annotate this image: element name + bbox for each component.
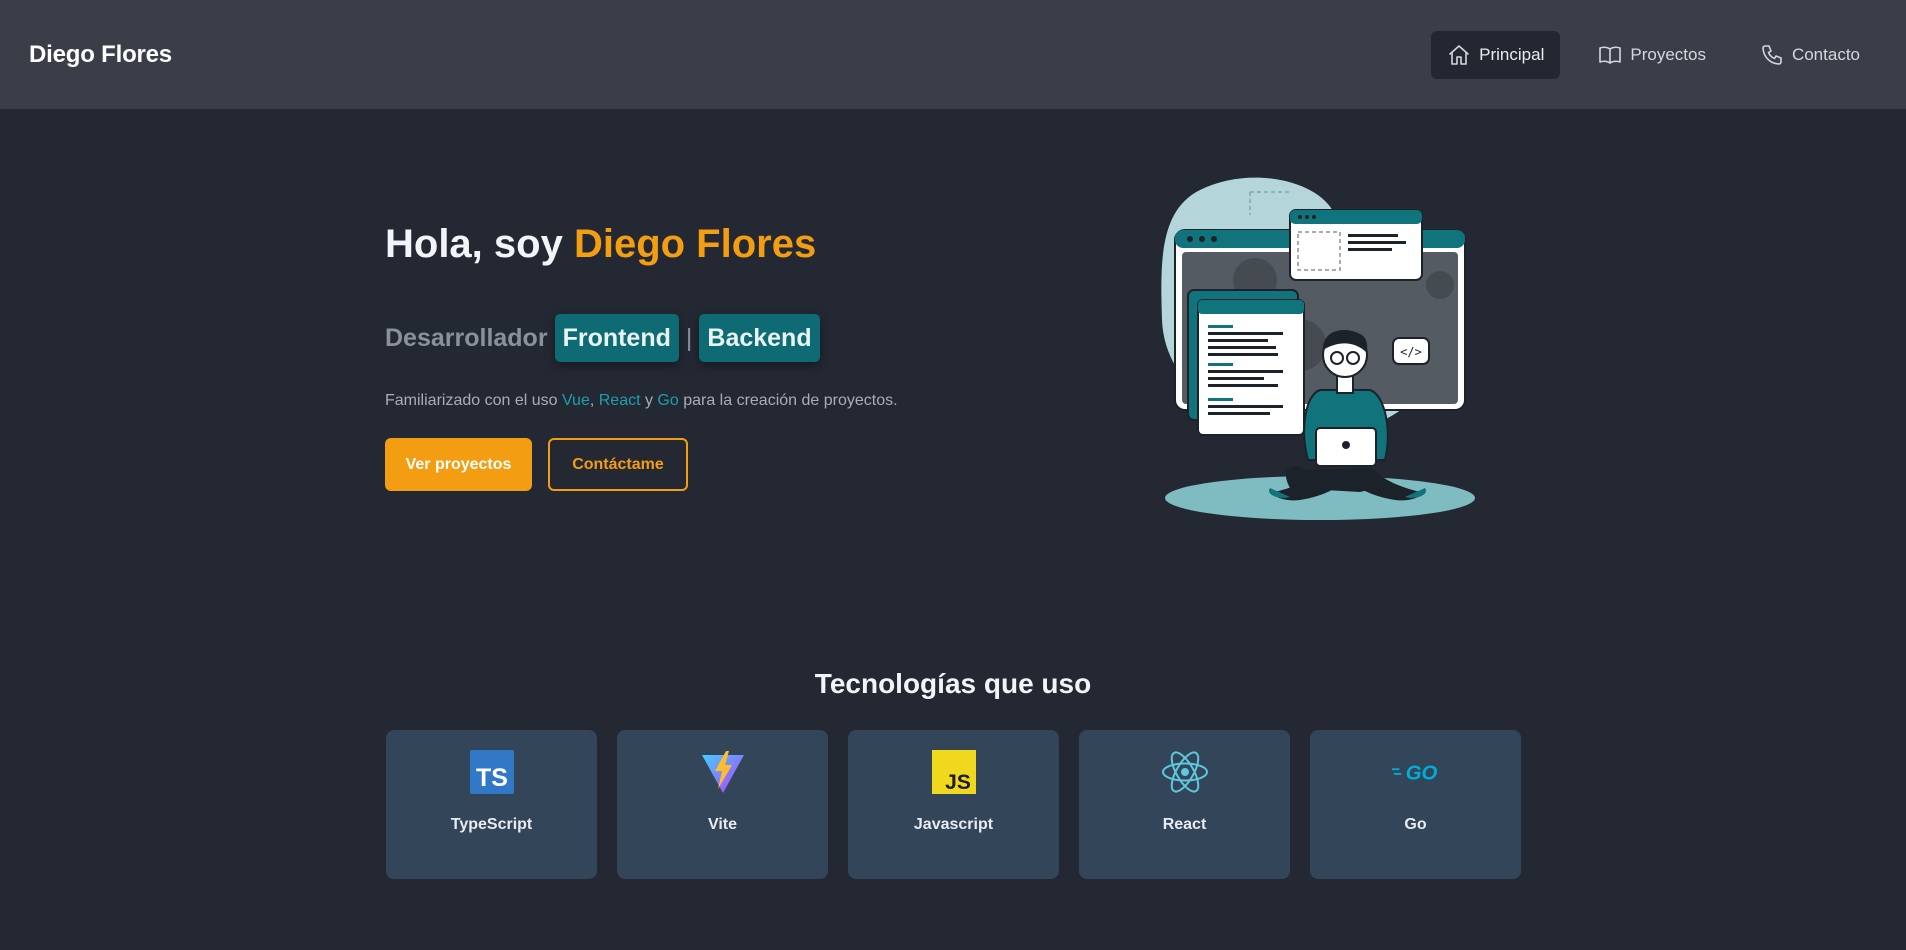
hero-name: Diego Flores (573, 222, 817, 266)
role-separator: | (685, 323, 693, 352)
nav-item-principal[interactable]: Principal (1431, 30, 1561, 79)
svg-text:TS: TS (476, 764, 508, 792)
tech-card-typescript[interactable]: TS TypeScript (386, 730, 597, 879)
developer-illustration: </> (1161, 177, 1475, 520)
phone-icon (1762, 44, 1782, 65)
nav-item-contacto[interactable]: Contacto (1744, 31, 1876, 79)
desc-before: Familiarizado con el uso (385, 392, 562, 409)
home-icon (1449, 44, 1469, 65)
hero-title: Hola, soy Diego Flores (385, 222, 816, 267)
nav-label-principal: Principal (1479, 44, 1545, 64)
main-nav: Principal Proyectos Contacto (1431, 30, 1876, 79)
javascript-icon: JS (930, 748, 978, 796)
desc-tech-go: Go (657, 392, 679, 409)
svg-text:</>: </> (1400, 345, 1422, 359)
view-projects-button[interactable]: Ver proyectos (385, 438, 532, 491)
nav-label-proyectos: Proyectos (1630, 44, 1706, 64)
desc-tech-vue: Vue (561, 392, 590, 409)
react-icon (1161, 748, 1209, 796)
typescript-icon: TS (468, 748, 516, 796)
site-header: Diego Flores Principal Proyectos Contact… (0, 0, 1906, 109)
tech-card-react[interactable]: React (1079, 730, 1290, 879)
desc-tech-react: React (598, 392, 641, 409)
tech-name: Vite (707, 816, 738, 833)
desc-and: y (640, 392, 658, 409)
tech-name: Go (1404, 816, 1427, 833)
nav-item-proyectos[interactable]: Proyectos (1582, 31, 1722, 79)
hero-greeting: Hola, soy (385, 222, 574, 266)
tech-card-vite[interactable]: Vite (617, 730, 828, 879)
vite-icon (699, 748, 747, 796)
role-prefix: Desarrollador (385, 323, 548, 352)
tech-card-go[interactable]: GO Go (1310, 730, 1521, 879)
tech-name: React (1162, 816, 1207, 833)
desc-after: para la creación de proyectos. (678, 392, 898, 409)
tech-card-javascript[interactable]: JS Javascript (848, 730, 1059, 879)
svg-text:GO: GO (1405, 762, 1437, 784)
desc-comma: , (589, 392, 599, 409)
go-icon: GO (1391, 748, 1440, 796)
tech-name: Javascript (913, 816, 994, 833)
role-chip-frontend: Frontend (554, 314, 679, 362)
book-icon (1599, 46, 1622, 64)
hero-description: Familiarizado con el uso Vue, React y Go… (385, 392, 898, 410)
nav-label-contacto: Contacto (1791, 44, 1860, 64)
technologies-title: Tecnologías que uso (814, 668, 1092, 699)
svg-text:JS: JS (945, 771, 971, 794)
role-chip-backend: Backend (699, 314, 820, 362)
contact-me-button[interactable]: Contáctame (548, 438, 688, 491)
brand-name[interactable]: Diego Flores (29, 41, 172, 69)
tech-name: TypeScript (450, 816, 533, 833)
technologies-grid: TS TypeScript Vite JS Javascript React G… (386, 730, 1521, 879)
role-line: Desarrollador Frontend | Backend (385, 314, 820, 362)
